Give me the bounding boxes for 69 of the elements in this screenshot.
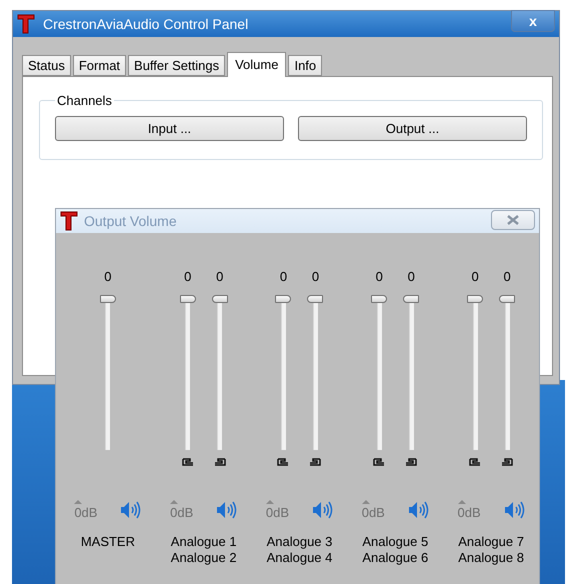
- channel-button[interactable]: Output ...: [298, 116, 527, 141]
- volume-value: 0: [471, 269, 479, 286]
- slider-thumb[interactable]: [275, 295, 292, 303]
- speaker-icon[interactable]: [502, 500, 525, 520]
- channel-label: Analogue 8: [458, 550, 524, 566]
- volume-value: 0: [104, 269, 112, 286]
- volume-slider[interactable]: [275, 295, 292, 450]
- close-button[interactable]: x: [511, 10, 555, 32]
- volume-value: 0: [376, 269, 383, 286]
- volume-slider[interactable]: [100, 295, 116, 450]
- tab[interactable]: Status: [22, 55, 71, 76]
- tab[interactable]: Info: [288, 55, 322, 76]
- speaker-icon[interactable]: [311, 500, 334, 520]
- volume-slider[interactable]: [212, 295, 228, 450]
- volume-slider[interactable]: [467, 295, 484, 450]
- channel-label: Analogue 5: [362, 534, 428, 550]
- tab[interactable]: Volume: [227, 52, 286, 77]
- close-button[interactable]: [491, 210, 535, 230]
- link-icon[interactable]: [501, 458, 514, 466]
- link-icon[interactable]: [214, 458, 226, 466]
- link-icon[interactable]: [277, 458, 290, 466]
- link-icon[interactable]: [309, 458, 322, 466]
- channel-label: Analogue 2: [170, 550, 237, 566]
- slider-thumb[interactable]: [100, 295, 116, 303]
- group-title: Channels: [56, 93, 113, 108]
- channel-label: Analogue 3: [266, 534, 332, 550]
- speaker-icon[interactable]: [215, 500, 238, 520]
- link-icon[interactable]: [405, 458, 418, 466]
- tab[interactable]: Format: [72, 55, 126, 76]
- volume-slider[interactable]: [499, 295, 516, 450]
- tab[interactable]: Buffer Settings: [128, 55, 226, 76]
- volume-value: 0: [312, 269, 320, 286]
- channel-label: Analogue 7: [458, 534, 524, 550]
- volume-value: 0: [503, 269, 511, 286]
- link-icon[interactable]: [373, 458, 386, 466]
- up-arrow-icon: [74, 500, 82, 504]
- close-icon: [507, 215, 519, 225]
- slider-thumb[interactable]: [467, 295, 484, 303]
- up-arrow-icon: [458, 500, 466, 504]
- up-arrow-icon: [170, 500, 178, 504]
- logo-icon: [17, 14, 35, 34]
- volume-slider[interactable]: [307, 295, 324, 450]
- speaker-icon[interactable]: [119, 500, 142, 520]
- link-icon[interactable]: [469, 458, 482, 466]
- volume-slider[interactable]: [180, 295, 196, 450]
- channel-label: Analogue 4: [266, 550, 332, 566]
- volume-slider[interactable]: [371, 295, 388, 450]
- volume-value: 0: [184, 269, 192, 286]
- up-arrow-icon: [362, 500, 370, 504]
- volume-value: 0: [280, 269, 288, 286]
- slider-thumb[interactable]: [371, 295, 388, 303]
- volume-slider[interactable]: [403, 295, 420, 450]
- slider-thumb[interactable]: [180, 295, 196, 303]
- slider-thumb[interactable]: [403, 295, 420, 303]
- logo-icon: [60, 211, 78, 231]
- channel-label: Analogue 1: [170, 534, 237, 550]
- window-title: CrestronAviaAudio Control Panel: [43, 16, 250, 32]
- slider-thumb[interactable]: [499, 295, 516, 303]
- slider-thumb[interactable]: [212, 295, 228, 303]
- link-icon[interactable]: [182, 458, 194, 466]
- volume-value: 0: [216, 269, 224, 286]
- channel-label: MASTER: [80, 534, 135, 550]
- slider-thumb[interactable]: [307, 295, 324, 303]
- channel-label: Analogue 6: [362, 550, 428, 566]
- dialog-title: Output Volume: [84, 213, 178, 229]
- volume-value: 0: [408, 269, 415, 286]
- speaker-icon[interactable]: [406, 500, 429, 520]
- up-arrow-icon: [266, 500, 274, 504]
- channel-button[interactable]: Input ...: [55, 116, 284, 141]
